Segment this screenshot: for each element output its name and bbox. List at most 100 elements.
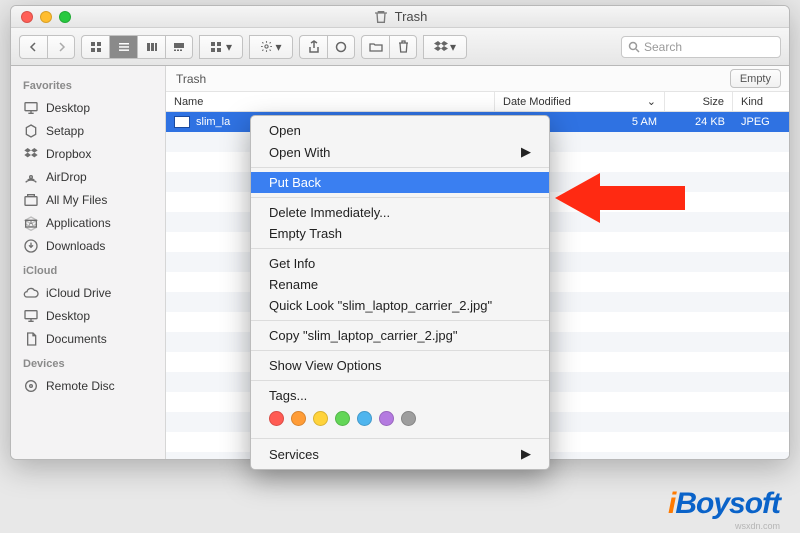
menu-separator: [251, 197, 549, 198]
menu-quick-look[interactable]: Quick Look "slim_laptop_carrier_2.jpg": [251, 295, 549, 316]
sidebar-item-desktop[interactable]: Desktop: [11, 96, 165, 119]
sidebar-item-icloud-drive[interactable]: iCloud Drive: [11, 281, 165, 304]
toolbar: ▾ ▾ ▾: [11, 28, 789, 66]
menu-tags[interactable]: Tags...: [251, 385, 549, 406]
search-placeholder: Search: [644, 40, 682, 54]
col-size[interactable]: Size: [665, 92, 733, 111]
menu-separator: [251, 167, 549, 168]
file-thumb-icon: [174, 116, 190, 128]
tag-purple[interactable]: [379, 411, 394, 426]
list-view-button[interactable]: [109, 35, 137, 59]
file-size: 24 KB: [695, 116, 725, 128]
back-button[interactable]: [19, 35, 47, 59]
watermark-sub: wsxdn.com: [735, 521, 780, 531]
arrange-button[interactable]: ▾: [199, 35, 243, 59]
tag-gray[interactable]: [401, 411, 416, 426]
sidebar-item-airdrop[interactable]: AirDrop: [11, 165, 165, 188]
context-menu: Open Open With▶ Put Back Delete Immediat…: [250, 115, 550, 470]
downloads-icon: [23, 238, 39, 254]
annotation-arrow-icon: [555, 168, 685, 228]
submenu-arrow-icon: ▶: [521, 144, 531, 160]
tag-green[interactable]: [335, 411, 350, 426]
empty-trash-button[interactable]: Empty: [730, 69, 781, 88]
icon-view-button[interactable]: [81, 35, 109, 59]
chevron-right-icon: [56, 42, 66, 52]
menu-copy[interactable]: Copy "slim_laptop_carrier_2.jpg": [251, 325, 549, 346]
menu-empty-trash[interactable]: Empty Trash: [251, 223, 549, 244]
allfiles-icon: [23, 192, 39, 208]
share-group: [299, 35, 355, 59]
new-folder-button[interactable]: [361, 35, 389, 59]
tag-orange[interactable]: [291, 411, 306, 426]
sidebar-item-dropbox[interactable]: Dropbox: [11, 142, 165, 165]
sidebar-item-icloud-desktop[interactable]: Desktop: [11, 304, 165, 327]
grid-icon: [90, 41, 102, 53]
search-icon: [628, 41, 640, 53]
gear-icon: [260, 40, 273, 53]
menu-open[interactable]: Open: [251, 120, 549, 141]
menu-get-info[interactable]: Get Info: [251, 253, 549, 274]
desktop-icon: [23, 308, 39, 324]
search-field[interactable]: Search: [621, 36, 781, 58]
folder-ops-group: [361, 35, 417, 59]
menu-separator: [251, 380, 549, 381]
submenu-arrow-icon: ▶: [521, 446, 531, 462]
dropbox-button[interactable]: ▾: [423, 35, 467, 59]
location-label: Trash: [176, 72, 206, 86]
apps-icon: A: [23, 215, 39, 231]
share-button[interactable]: [299, 35, 327, 59]
sort-chevron-icon: ⌄: [647, 95, 656, 108]
menu-put-back[interactable]: Put Back: [251, 172, 549, 193]
menu-delete-immediately[interactable]: Delete Immediately...: [251, 202, 549, 223]
sidebar-section-favorites: Favorites: [11, 72, 165, 96]
sidebar-section-icloud: iCloud: [11, 257, 165, 281]
menu-open-with[interactable]: Open With▶: [251, 141, 549, 163]
menu-separator: [251, 438, 549, 439]
path-bar: Trash Empty: [166, 66, 789, 92]
nav-buttons: [19, 35, 75, 59]
tag-yellow[interactable]: [313, 411, 328, 426]
dropbox-icon: [434, 41, 448, 53]
menu-show-view-options[interactable]: Show View Options: [251, 355, 549, 376]
icloud-icon: [23, 285, 39, 301]
menu-services[interactable]: Services▶: [251, 443, 549, 465]
chevron-left-icon: [29, 42, 39, 52]
gallery-view-button[interactable]: [165, 35, 193, 59]
setapp-icon: [23, 123, 39, 139]
file-date: 5 AM: [632, 116, 657, 128]
sidebar-item-allfiles[interactable]: All My Files: [11, 188, 165, 211]
tag-icon: [335, 41, 347, 53]
column-headers: Name Date Modified⌄ Size Kind: [166, 92, 789, 112]
menu-separator: [251, 320, 549, 321]
tag-blue[interactable]: [357, 411, 372, 426]
col-kind[interactable]: Kind: [733, 92, 789, 111]
sidebar-item-icloud-documents[interactable]: Documents: [11, 327, 165, 350]
menu-separator: [251, 350, 549, 351]
sidebar-item-remote-disc[interactable]: Remote Disc: [11, 374, 165, 397]
file-kind: JPEG: [741, 116, 770, 128]
sidebar-item-applications[interactable]: AApplications: [11, 211, 165, 234]
gallery-icon: [173, 41, 185, 53]
trash-icon: [398, 40, 409, 53]
disc-icon: [23, 378, 39, 394]
columns-icon: [146, 41, 158, 53]
action-button[interactable]: ▾: [249, 35, 293, 59]
dropbox-group: ▾: [423, 35, 467, 59]
window-title: Trash: [11, 9, 789, 25]
tags-button[interactable]: [327, 35, 355, 59]
dropbox-icon: [23, 146, 39, 162]
tag-red[interactable]: [269, 411, 284, 426]
tag-color-row: [251, 406, 549, 434]
col-date[interactable]: Date Modified⌄: [495, 92, 665, 111]
sidebar-item-downloads[interactable]: Downloads: [11, 234, 165, 257]
menu-rename[interactable]: Rename: [251, 274, 549, 295]
list-icon: [118, 41, 130, 53]
menu-separator: [251, 248, 549, 249]
arrange-icon: [210, 41, 224, 53]
delete-button[interactable]: [389, 35, 417, 59]
col-name[interactable]: Name: [166, 92, 495, 111]
sidebar-item-setapp[interactable]: Setapp: [11, 119, 165, 142]
sidebar-section-devices: Devices: [11, 350, 165, 374]
column-view-button[interactable]: [137, 35, 165, 59]
forward-button[interactable]: [47, 35, 75, 59]
